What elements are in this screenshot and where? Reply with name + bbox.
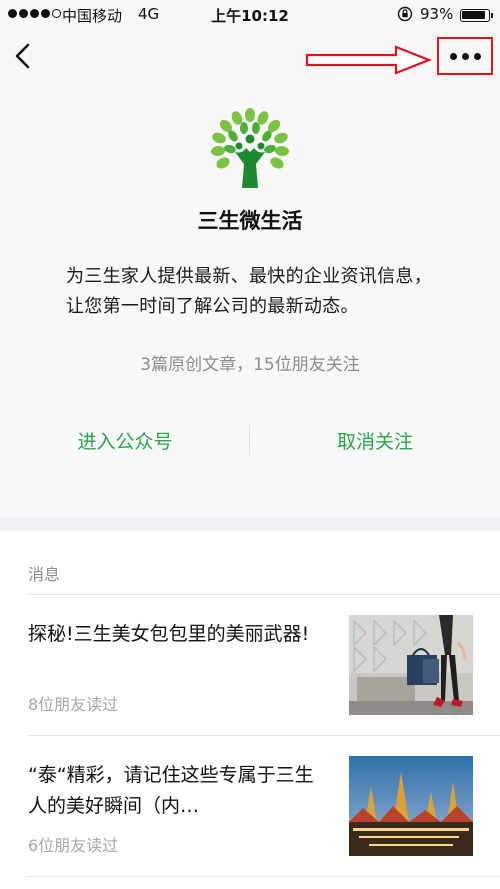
status-bar: 中国移动 4G 上午10:12 93% xyxy=(0,0,500,30)
article-item-2[interactable]: “泰“精彩，请记住这些专属于三生人的美好瞬间（内… 6位朋友读过 xyxy=(0,736,500,876)
tree-trunk xyxy=(235,134,265,188)
more-dots-icon xyxy=(449,52,457,60)
back-button[interactable] xyxy=(6,38,40,74)
screen: 中国移动 4G 上午10:12 93% 三生微生活 为三生家人提供最新、最快的企… xyxy=(0,0,500,889)
red-arrow-icon xyxy=(305,45,432,75)
article-thumbnail-handbag xyxy=(349,615,473,715)
battery-percent: 93% xyxy=(420,5,454,23)
article-read-count: 8位朋友读过 xyxy=(28,695,119,714)
account-logo xyxy=(211,108,289,188)
account-stats: 3篇原创文章，15位朋友关注 xyxy=(140,355,360,375)
unfollow-button[interactable]: 取消关注 xyxy=(250,427,500,454)
account-description: 为三生家人提供最新、最快的企业资讯信息，让您第一时间了解公司的最新动态。 xyxy=(66,266,432,317)
article-title: “泰“精彩，请记住这些专属于三生人的美好瞬间（内… xyxy=(28,764,314,817)
chevron-left-icon xyxy=(15,43,30,69)
section-divider xyxy=(0,517,500,531)
battery-icon xyxy=(460,9,493,22)
more-options-button[interactable] xyxy=(437,37,493,75)
enter-account-button[interactable]: 进入公众号 xyxy=(0,427,250,454)
article-item-1[interactable]: 探秘!三生美女包包里的美丽武器! 8位朋友读过 xyxy=(0,595,500,735)
article-thumbnail-temple xyxy=(349,756,473,856)
action-row: 进入公众号 取消关注 xyxy=(0,421,500,461)
article-read-count: 6位朋友读过 xyxy=(28,836,119,855)
account-name: 三生微生活 xyxy=(197,209,303,233)
messages-section: 消息 探秘!三生美女包包里的美丽武器! 8位朋友读过 “泰“精彩，请记住这些专属… xyxy=(0,531,500,889)
article-title: 探秘!三生美女包包里的美丽武器! xyxy=(28,623,310,645)
divider xyxy=(28,876,500,877)
rotation-lock-icon xyxy=(397,6,413,22)
messages-header: 消息 xyxy=(28,565,61,584)
profile-area: 中国移动 4G 上午10:12 93% 三生微生活 为三生家人提供最新、最快的企… xyxy=(0,0,500,517)
